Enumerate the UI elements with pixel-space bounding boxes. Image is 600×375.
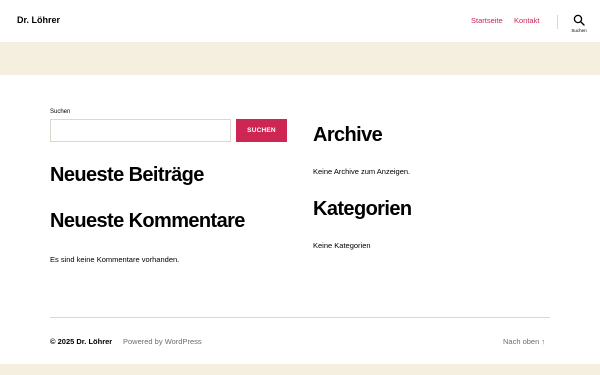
search-input[interactable]	[50, 119, 231, 142]
powered-by-link[interactable]: Powered by WordPress	[123, 337, 202, 346]
categories-heading: Kategorien	[313, 198, 412, 220]
back-to-top-link[interactable]: Nach oben ↑	[503, 337, 545, 346]
search-icon	[573, 14, 585, 26]
archive-heading: Archive	[313, 124, 383, 146]
search-label: Suchen	[50, 109, 71, 115]
search-toggle-label: Suchen	[571, 28, 587, 33]
archive-text: Keine Archive zum Anzeigen.	[313, 167, 411, 176]
footer-band	[0, 364, 600, 375]
categories-text: Keine Kategorien	[313, 241, 371, 250]
site-header: Dr. Löhrer Startseite Kontakt Suchen	[0, 0, 600, 42]
header-band	[0, 42, 600, 75]
site-title[interactable]: Dr. Löhrer	[17, 15, 60, 25]
recent-posts-heading: Neueste Beiträge	[50, 164, 204, 186]
header-divider	[557, 15, 558, 29]
footer-copyright[interactable]: © 2025 Dr. Löhrer	[50, 337, 112, 346]
recent-comments-text: Es sind keine Kommentare vorhanden.	[50, 255, 180, 264]
menu-item-kontakt[interactable]: Kontakt	[514, 16, 539, 25]
footer-divider	[50, 317, 550, 318]
search-submit-button[interactable]: SUCHEN	[236, 119, 287, 142]
search-toggle-button[interactable]: Suchen	[566, 12, 592, 36]
recent-comments-heading: Neueste Kommentare	[50, 210, 245, 232]
menu-item-startseite[interactable]: Startseite	[471, 16, 503, 25]
